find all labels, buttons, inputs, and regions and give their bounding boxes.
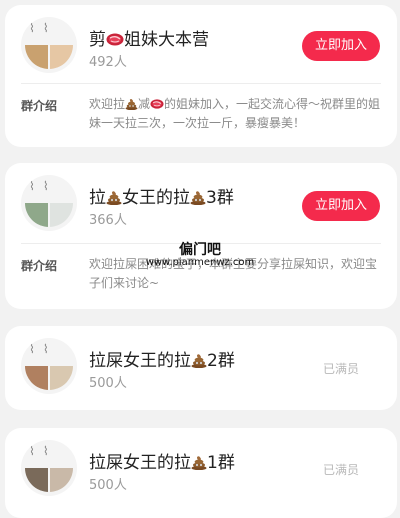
poop-icon <box>191 456 207 470</box>
avatar-photos <box>25 468 73 492</box>
watermark-url: www.pianmenwz.com <box>145 257 255 268</box>
avatar-photos <box>25 45 73 69</box>
member-count: 366人 <box>89 213 127 228</box>
divider <box>21 83 381 84</box>
watermark-name: 偏门吧 <box>179 242 221 258</box>
stick-figure-icon: ⌇⌇ <box>29 444 57 458</box>
stick-figure-icon: ⌇⌇ <box>29 342 57 356</box>
full-status: 已满员 <box>322 463 359 477</box>
avatar-photos <box>25 203 73 227</box>
group-card-3[interactable]: ⌇⌇ 拉屎女王的拉 2群 500人 已满员 <box>5 326 397 410</box>
group-title: 拉女王的拉 3群 <box>89 188 234 208</box>
member-count: 492人 <box>89 55 127 70</box>
group-title: 拉屎女王的拉 2群 <box>89 351 235 371</box>
intro-text: 欢迎拉减的姐妹加入，一起交流心得～祝群里的姐妹一天拉三次，一次拉一斤，暴瘦暴美！ <box>89 97 381 130</box>
member-count: 500人 <box>89 478 127 493</box>
stick-figure-icon: ⌇⌇ <box>29 179 57 193</box>
stick-figure-icon: ⌇⌇ <box>29 21 57 35</box>
group-avatar[interactable]: ⌇⌇ <box>21 175 77 231</box>
member-count: 500人 <box>89 376 127 391</box>
group-avatar[interactable]: ⌇⌇ <box>21 440 77 496</box>
group-avatar[interactable]: ⌇⌇ <box>21 338 77 394</box>
poop-icon <box>125 98 138 110</box>
join-button[interactable]: 立即加入 <box>302 191 380 221</box>
steak-icon <box>150 99 165 109</box>
group-card-4[interactable]: ⌇⌇ 拉屎女王的拉 1群 500人 已满员 <box>5 428 397 518</box>
group-card-2[interactable]: ⌇⌇ 拉女王的拉 3群 366人 立即加入 群介绍 欢迎拉屎困难的宝子，本群主要分… <box>5 163 397 309</box>
group-card-1[interactable]: ⌇⌇ 剪姐妹大本营 492人 立即加入 群介绍 欢迎拉减的姐妹加入，一起交流心得… <box>5 5 397 147</box>
poop-icon <box>106 191 122 205</box>
full-status: 已满员 <box>322 362 359 376</box>
steak-icon <box>106 33 124 46</box>
join-button[interactable]: 立即加入 <box>302 31 380 61</box>
poop-icon <box>190 191 206 205</box>
poop-icon <box>191 354 207 368</box>
avatar-photos <box>25 366 73 390</box>
group-title: 拉屎女王的拉 1群 <box>89 453 235 473</box>
group-title: 剪姐妹大本营 <box>89 30 209 50</box>
group-avatar[interactable]: ⌇⌇ <box>21 17 77 73</box>
intro-label: 群介绍 <box>21 99 58 113</box>
